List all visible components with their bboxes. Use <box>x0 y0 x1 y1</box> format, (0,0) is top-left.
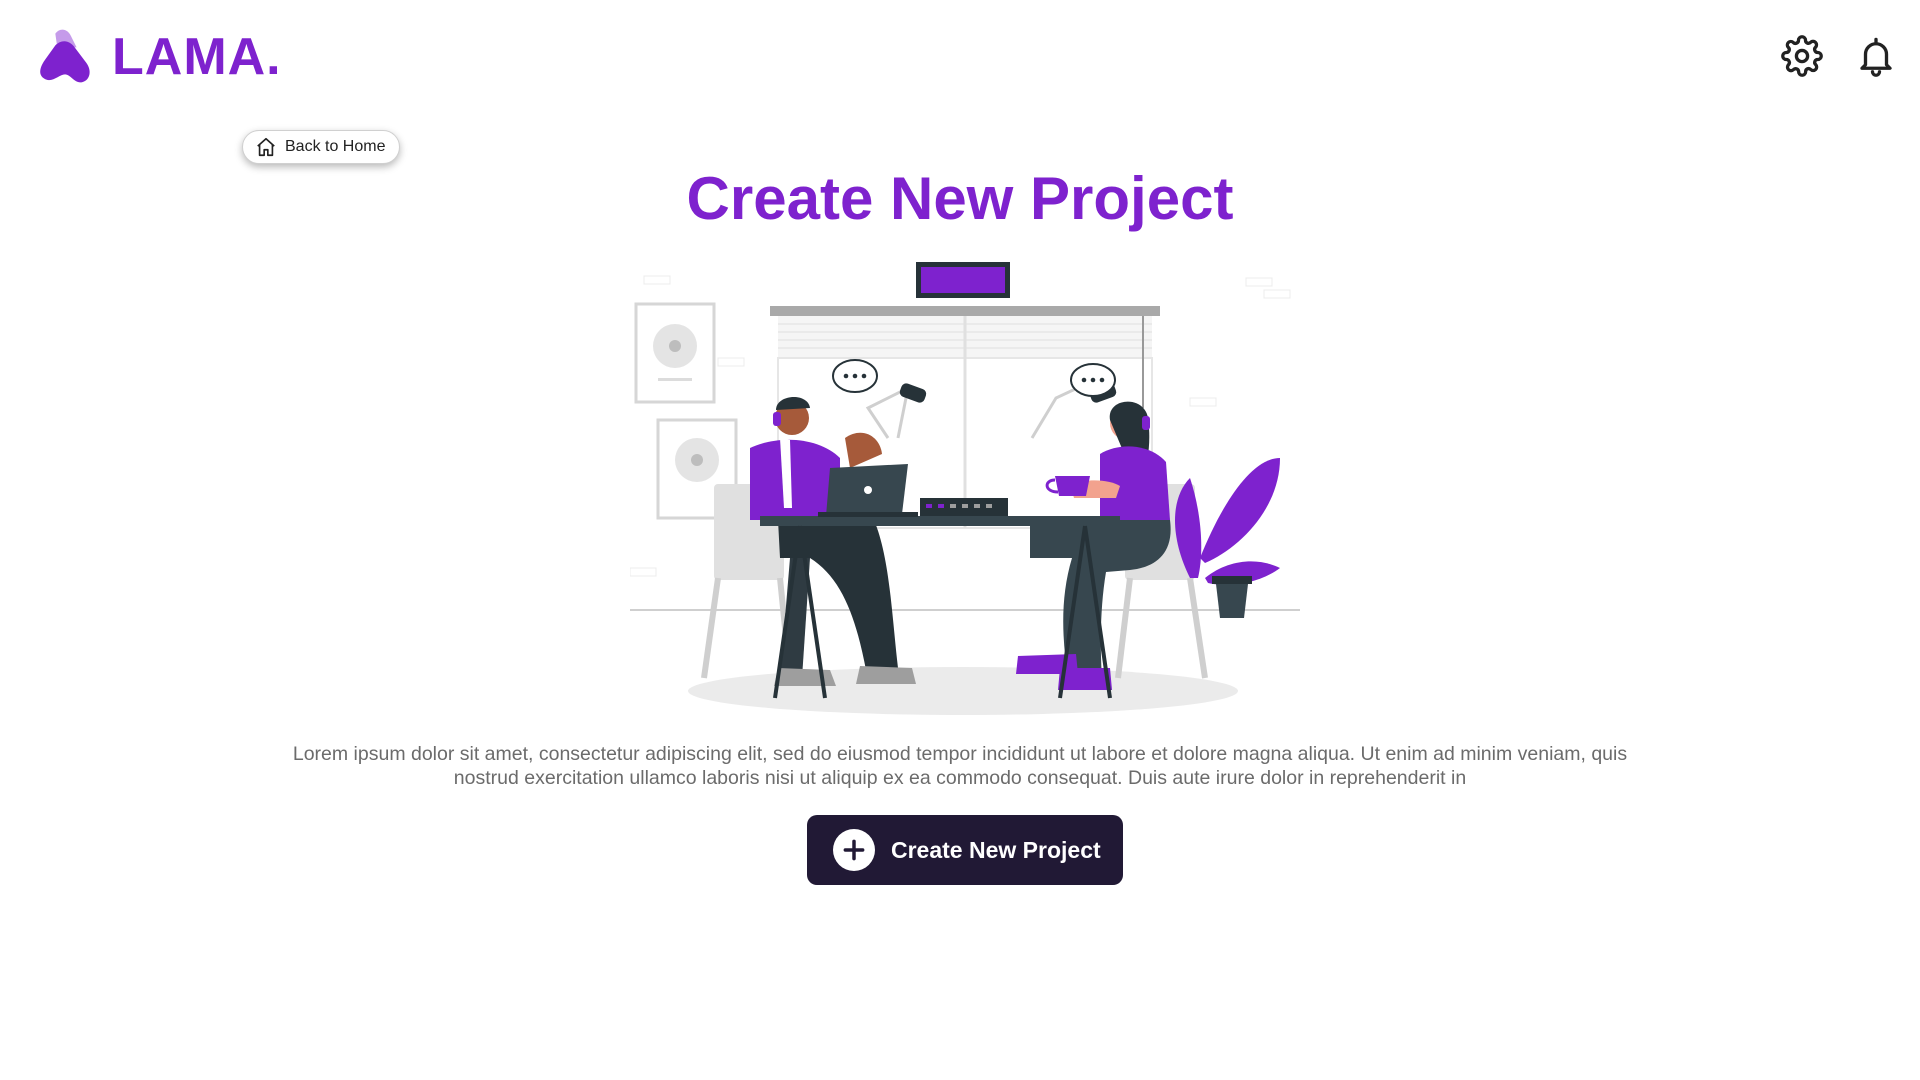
back-to-home-label: Back to Home <box>285 138 386 155</box>
plus-circle-icon <box>833 829 875 871</box>
page-title: Create New Project <box>686 165 1234 232</box>
back-to-home-button[interactable]: Back to Home <box>242 130 401 164</box>
page-description: Lorem ipsum dolor sit amet, consectetur … <box>292 743 1628 789</box>
app-header: LAMA. <box>0 0 1920 110</box>
home-icon <box>257 137 275 157</box>
podcast-recording-illustration <box>630 262 1300 715</box>
lama-logo-icon <box>40 29 90 83</box>
settings-button[interactable] <box>1780 34 1824 78</box>
brand-name: LAMA. <box>112 28 282 86</box>
bell-icon <box>1860 37 1892 77</box>
brand-logo[interactable]: LAMA. <box>36 28 282 86</box>
create-new-project-button[interactable]: Create New Project <box>807 815 1123 885</box>
create-new-project-label: Create New Project <box>891 836 1101 863</box>
create-project-page: LAMA. Back to Home Create New Project Lo… <box>0 0 1920 1080</box>
gear-icon <box>1781 35 1823 77</box>
header-actions <box>1780 34 1898 78</box>
notifications-button[interactable] <box>1854 34 1898 78</box>
